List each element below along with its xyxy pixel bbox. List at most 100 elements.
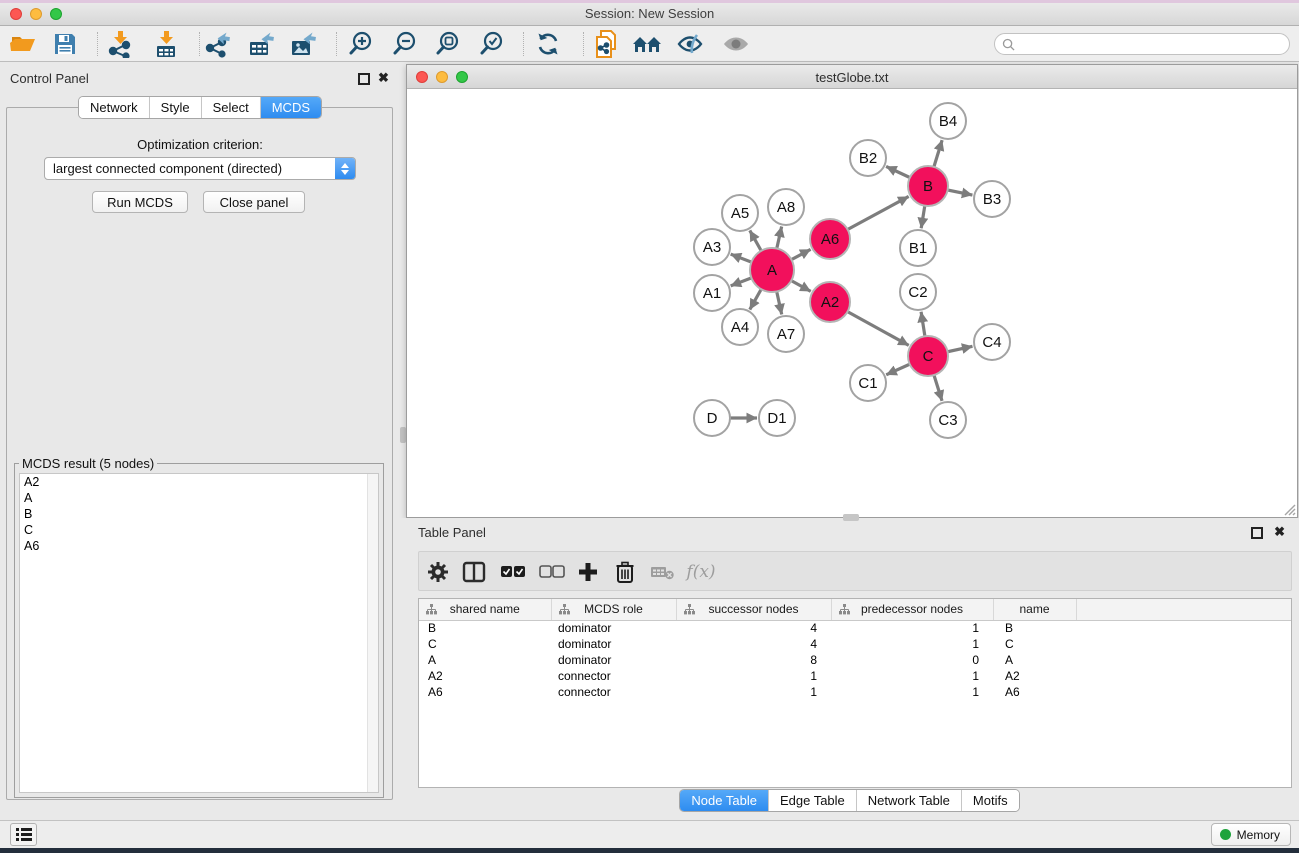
close-table-panel-button[interactable]: ✖ — [1274, 526, 1285, 538]
close-panel-action-button[interactable]: Close panel — [203, 191, 305, 213]
search-field[interactable] — [994, 33, 1290, 55]
column-header-name[interactable]: name — [993, 599, 1076, 620]
search-input[interactable] — [1015, 36, 1289, 52]
graph-node-label: A7 — [777, 326, 795, 343]
table-row[interactable]: A2connector11A2 — [419, 668, 1291, 684]
table-row[interactable]: A6connector11A6 — [419, 684, 1291, 700]
clone-network-button[interactable] — [589, 29, 625, 59]
network-canvas[interactable]: B4B2BB3A5A8A6A3B1AA1C2A2A4A7C4CC1C3DD1 — [407, 89, 1297, 517]
table-cell[interactable]: B — [419, 620, 551, 636]
export-table-button[interactable] — [243, 29, 279, 59]
column-header-shared-name[interactable]: shared name — [419, 599, 551, 620]
column-header-mcds-role[interactable]: MCDS role — [551, 599, 676, 620]
control-panel-tabs: NetworkStyleSelectMCDS — [78, 96, 322, 119]
export-network-button[interactable] — [200, 29, 236, 59]
mcds-result-item[interactable]: A6 — [20, 538, 378, 554]
memory-button[interactable]: Memory — [1211, 823, 1291, 846]
float-panel-button[interactable] — [358, 73, 370, 85]
mcds-result-item[interactable]: C — [20, 522, 378, 538]
mcds-result-item[interactable]: A2 — [20, 474, 378, 490]
float-table-panel-button[interactable] — [1251, 527, 1263, 539]
column-header-filler — [1076, 599, 1291, 620]
table-cell[interactable]: 0 — [831, 652, 993, 668]
table-cell[interactable]: 4 — [676, 620, 831, 636]
table-cell[interactable]: connector — [551, 684, 676, 700]
function-builder-button-disabled: f(x) — [685, 556, 717, 588]
graph-node-label: B3 — [983, 191, 1001, 208]
mcds-result-item[interactable]: A — [20, 490, 378, 506]
tab-mcds[interactable]: MCDS — [260, 97, 321, 118]
table-cell[interactable]: A2 — [419, 668, 551, 684]
table-cell[interactable]: dominator — [551, 636, 676, 652]
import-table-button[interactable] — [148, 29, 184, 59]
mcds-result-item[interactable]: B — [20, 506, 378, 522]
node-table: shared nameMCDS rolesuccessor nodesprede… — [419, 599, 1291, 700]
table-cell[interactable]: dominator — [551, 620, 676, 636]
show-hide-graphics-details-button[interactable] — [672, 29, 708, 59]
select-all-columns-button[interactable] — [497, 556, 529, 588]
table-cell[interactable]: C — [993, 636, 1076, 652]
resize-grip-icon[interactable] — [1282, 502, 1296, 516]
optimization-criterion-select[interactable]: largest connected component (directed) — [44, 157, 356, 180]
table-cell[interactable]: A6 — [419, 684, 551, 700]
deselect-all-columns-button[interactable] — [536, 556, 568, 588]
list-scrollbar[interactable] — [367, 474, 378, 792]
table-cell[interactable]: 1 — [676, 668, 831, 684]
table-tab-edge-table[interactable]: Edge Table — [768, 790, 856, 811]
table-cell[interactable]: 4 — [676, 636, 831, 652]
column-header-successor-nodes[interactable]: successor nodes — [676, 599, 831, 620]
table-row[interactable]: Cdominator41C — [419, 636, 1291, 652]
table-cell[interactable]: 1 — [676, 684, 831, 700]
graph-node-label: B — [923, 178, 933, 195]
table-row[interactable]: Bdominator41B — [419, 620, 1291, 636]
table-cell[interactable]: A — [419, 652, 551, 668]
unchecked-boxes-icon — [539, 565, 565, 579]
node-table-container: shared nameMCDS rolesuccessor nodesprede… — [418, 598, 1292, 788]
graph-node-label: A4 — [731, 319, 749, 336]
table-tab-motifs[interactable]: Motifs — [961, 790, 1019, 811]
graph-node-label: A3 — [703, 239, 721, 256]
table-cell[interactable]: 8 — [676, 652, 831, 668]
mcds-result-list[interactable]: A2ABCA6 — [19, 473, 379, 793]
column-header-predecessor-nodes[interactable]: predecessor nodes — [831, 599, 993, 620]
column-layout-button[interactable] — [458, 556, 490, 588]
import-network-button[interactable] — [102, 29, 138, 59]
network-view-window: testGlobe.txt B4B2BB3A5A8A6A3B1AA1C2A2A4… — [406, 64, 1298, 518]
show-hide-panels-button[interactable] — [629, 29, 665, 59]
zoom-fit-button[interactable] — [430, 29, 466, 59]
network-window-titlebar[interactable]: testGlobe.txt — [407, 65, 1297, 89]
table-cell[interactable]: 1 — [831, 684, 993, 700]
horizontal-splitter-handle[interactable] — [843, 514, 859, 521]
tab-select[interactable]: Select — [201, 97, 260, 118]
table-cell[interactable]: 1 — [831, 668, 993, 684]
table-cell[interactable]: 1 — [831, 620, 993, 636]
table-cell[interactable]: dominator — [551, 652, 676, 668]
close-panel-button[interactable]: ✖ — [378, 72, 389, 84]
table-cell[interactable]: 1 — [831, 636, 993, 652]
export-image-button[interactable] — [285, 29, 321, 59]
run-mcds-button[interactable]: Run MCDS — [92, 191, 188, 213]
table-row[interactable]: Adominator80A — [419, 652, 1291, 668]
add-column-button[interactable] — [572, 556, 604, 588]
table-cell[interactable]: B — [993, 620, 1076, 636]
table-tab-network-table[interactable]: Network Table — [856, 790, 961, 811]
open-session-button[interactable] — [5, 29, 41, 59]
save-session-button[interactable] — [47, 29, 83, 59]
delete-columns-button[interactable] — [609, 556, 641, 588]
zoom-in-button[interactable] — [343, 29, 379, 59]
zoom-out-button[interactable] — [387, 29, 423, 59]
tab-style[interactable]: Style — [149, 97, 201, 118]
table-cell[interactable]: A — [993, 652, 1076, 668]
table-tab-node-table[interactable]: Node Table — [680, 790, 768, 811]
gear-icon — [427, 561, 449, 583]
zoom-selected-button[interactable] — [474, 29, 510, 59]
table-options-button[interactable] — [422, 556, 454, 588]
tab-network[interactable]: Network — [79, 97, 149, 118]
bird-eye-view-button[interactable] — [718, 29, 754, 59]
table-cell[interactable]: connector — [551, 668, 676, 684]
task-history-button[interactable] — [10, 823, 37, 846]
table-cell[interactable]: A6 — [993, 684, 1076, 700]
refresh-view-button[interactable] — [530, 29, 566, 59]
table-cell[interactable]: A2 — [993, 668, 1076, 684]
table-cell[interactable]: C — [419, 636, 551, 652]
